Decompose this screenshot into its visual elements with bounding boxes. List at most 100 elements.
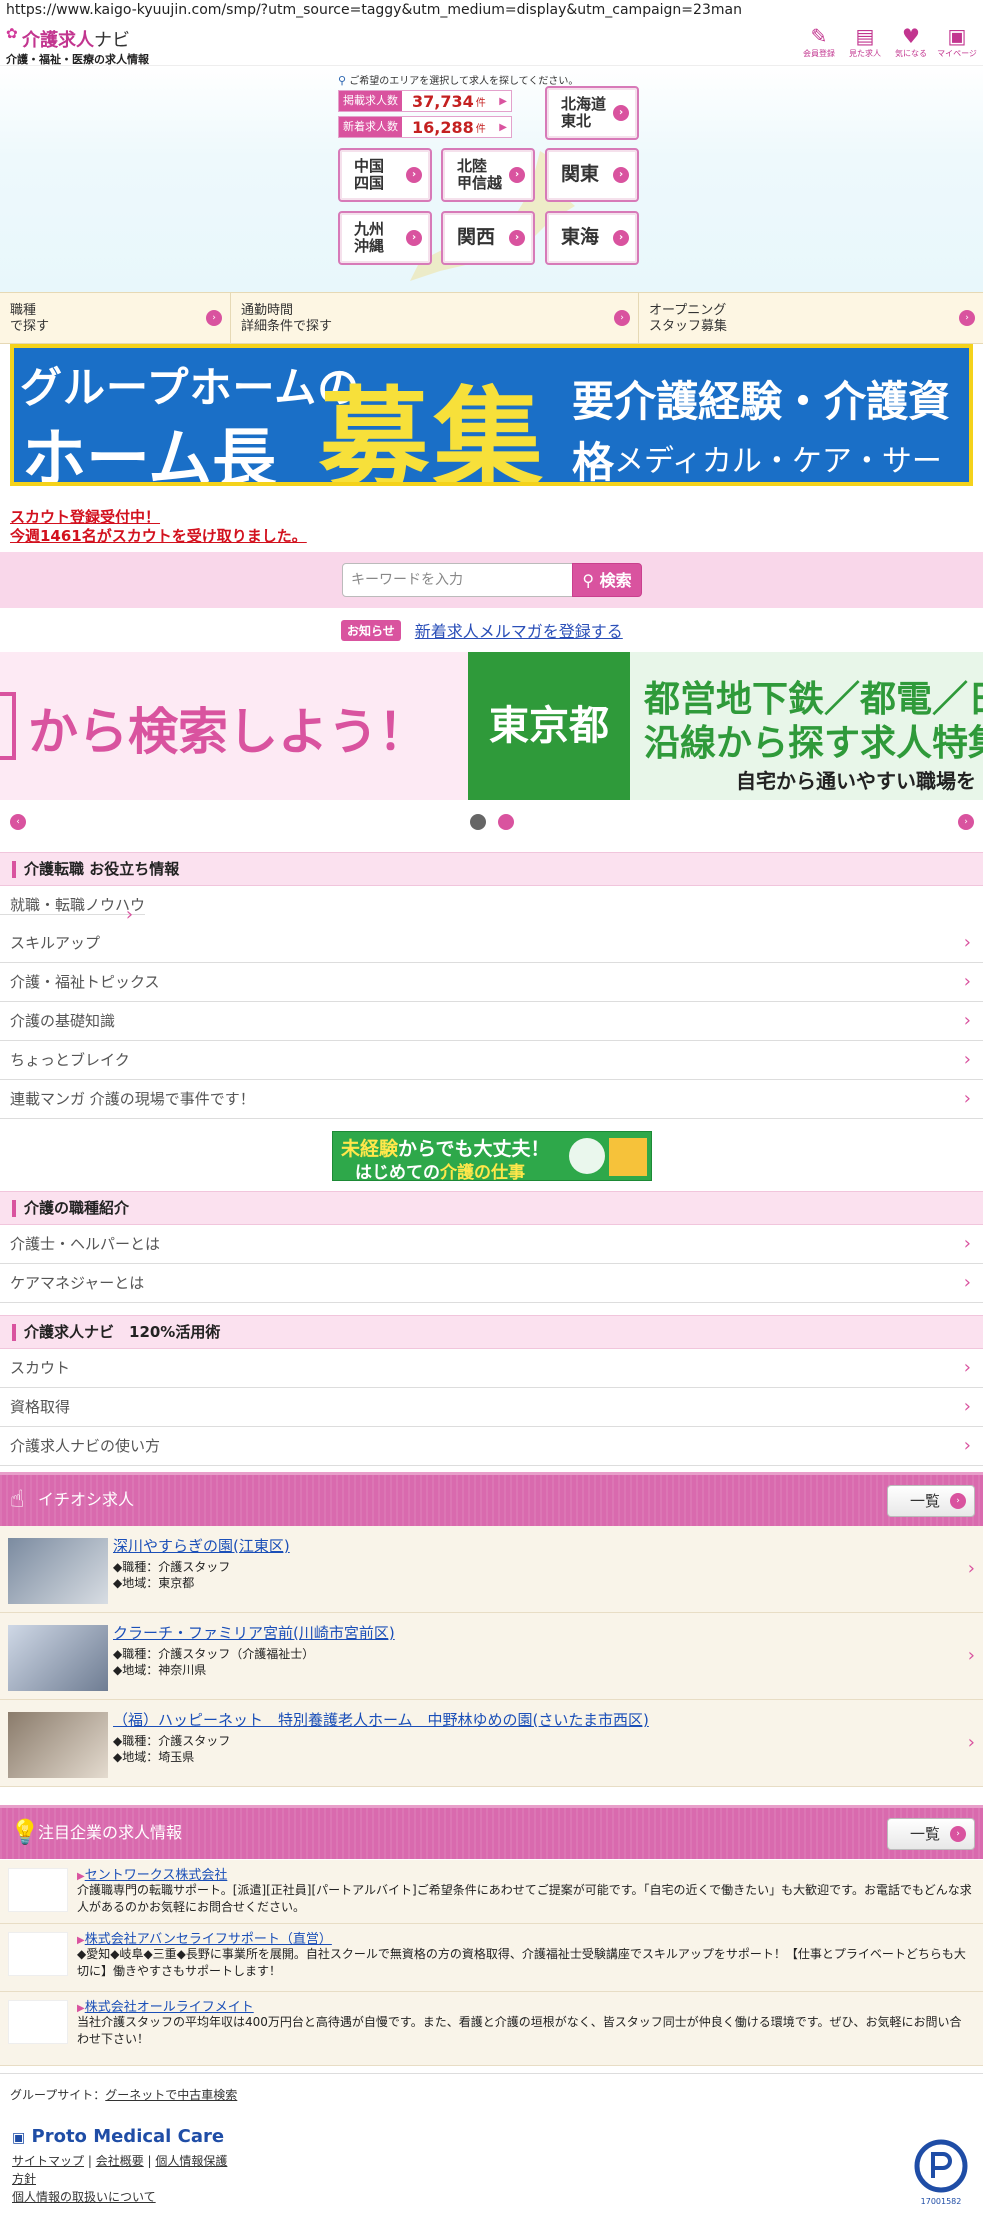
chevron-right-icon: › xyxy=(963,1233,971,1254)
section-title-job-intro: 介護の職種紹介 xyxy=(0,1191,983,1225)
privacy-mark-icon xyxy=(914,2139,968,2193)
sitemap-link[interactable]: サイトマップ xyxy=(12,2154,84,2168)
list-item[interactable]: 資格取得 › xyxy=(0,1388,983,1427)
keyword-search-input[interactable]: キーワードを入力 xyxy=(342,563,574,597)
list-item[interactable]: スカウト › xyxy=(0,1349,983,1388)
chevron-right-icon: › xyxy=(967,1732,975,1753)
mypage-button[interactable]: ▣ マイページ xyxy=(935,24,979,59)
company-info-link[interactable]: 会社概要 xyxy=(96,2154,144,2168)
list-item[interactable]: スキルアップ › xyxy=(0,924,983,963)
beginner-care-job-banner[interactable]: 未経験からでも大丈夫！ はじめての介護の仕事 xyxy=(332,1131,652,1183)
chevron-right-icon: › xyxy=(963,1010,971,1031)
chevron-right-icon: › xyxy=(406,167,422,183)
news-bar: お知らせ 新着求人メルマガを登録する xyxy=(341,617,623,643)
feature-carousel[interactable]: から検索しよう！ 東京都 都営地下鉄／都電／日暮 沿線から探す求人特集 自宅から… xyxy=(0,652,983,800)
goo-net-link[interactable]: グーネットで中古車検索 xyxy=(105,2088,237,2102)
site-logo[interactable]: ✿ 介護求人ナビ 介護・福祉・医療の求人情報 xyxy=(6,26,149,67)
personal-info-handling-link[interactable]: 個人情報の取扱いについて xyxy=(12,2190,156,2204)
mypage-icon: ▣ xyxy=(947,24,967,48)
chevron-right-icon: › xyxy=(963,1049,971,1070)
list-item[interactable]: 連載マンガ 介護の現場で事件です！ › xyxy=(0,1080,983,1119)
book-icon xyxy=(609,1138,647,1176)
chevron-right-icon: › xyxy=(963,1088,971,1109)
pmc-logo-icon: ▣ xyxy=(12,2130,26,2146)
list-item[interactable]: 介護・福祉トピックス › xyxy=(0,963,983,1002)
chevron-right-icon: › xyxy=(614,310,630,326)
chevron-right-icon: › xyxy=(613,230,629,246)
featured-companies-list: セントワークス株式会社 介護職専門の転職サポート。[派遣][正社員][パートアル… xyxy=(0,1860,983,2066)
favorites-button[interactable]: ♥ 気になる xyxy=(889,24,933,59)
list-item[interactable]: 介護求人ナビの使い方 › xyxy=(0,1427,983,1466)
featured-companies-header: 💡 注目企業の求人情報 一覧 › xyxy=(0,1805,983,1859)
chevron-right-icon: › xyxy=(613,105,629,121)
new-jobs-stat[interactable]: 新着求人数 16,288 件 ▶ xyxy=(338,116,512,138)
policy-link[interactable]: 方針 xyxy=(12,2172,36,2186)
address-bar[interactable]: https://www.kaigo-kyuujin.com/smp/?utm_s… xyxy=(0,0,983,22)
chevron-right-icon: › xyxy=(963,1357,971,1378)
arrow-right-icon: ▶ xyxy=(499,121,507,133)
company-link[interactable]: 株式会社オールライフメイト xyxy=(77,1996,254,2015)
logo-subtitle: 介護・福祉・医療の求人情報 xyxy=(6,53,149,66)
group-sites: グループサイト：グーネットで中古車検索 xyxy=(10,2088,238,2102)
carousel-next-button[interactable]: › xyxy=(958,814,974,830)
hand-pointer-icon: ☝ xyxy=(10,1485,25,1513)
list-item[interactable]: ちょっとブレイク › xyxy=(0,1041,983,1080)
pin-icon: ⚲ xyxy=(338,74,347,87)
region-button-hokkaido-tohoku[interactable]: 北海道 東北 › xyxy=(545,86,639,140)
opening-staff-button[interactable]: オープニング スタッフ募集 › xyxy=(639,293,983,343)
carousel-prev-button[interactable]: ‹ xyxy=(10,814,26,830)
job-card[interactable]: 深川やすらぎの園(江東区) ◆職種：介護スタッフ ◆地域：東京都 › xyxy=(0,1526,983,1613)
company-logo xyxy=(8,1932,68,1976)
chevron-right-icon: › xyxy=(967,1645,975,1666)
company-link[interactable]: セントワークス株式会社 xyxy=(77,1864,228,1883)
heart-icon: ♥ xyxy=(902,24,920,48)
carousel-slide-search[interactable]: から検索しよう！ xyxy=(0,652,468,800)
chevron-right-icon: › xyxy=(509,230,525,246)
search-by-job-type-button[interactable]: 職種 で探す › xyxy=(0,293,231,343)
region-button-kyushu-okinawa[interactable]: 九州 沖縄 › xyxy=(338,211,432,265)
search-by-commute-button[interactable]: 通勤時間 詳細条件で探す › xyxy=(231,293,639,343)
job-photo xyxy=(8,1538,108,1604)
carousel-dot[interactable] xyxy=(498,814,514,830)
list-item[interactable]: 就職・転職ノウハウ › xyxy=(0,896,146,925)
region-button-chugoku-shikoku[interactable]: 中国 四国 › xyxy=(338,148,432,202)
company-logo xyxy=(8,1868,68,1912)
proto-medical-care-logo: ▣ Proto Medical Care xyxy=(12,2126,225,2147)
job-card[interactable]: クラーチ・ファミリア宮前(川崎市宮前区) ◆職種：介護スタッフ（介護福祉士） ◆… xyxy=(0,1613,983,1700)
search-tabs: 職種 で探す › 通勤時間 詳細条件で探す › オープニング スタッフ募集 › xyxy=(0,292,983,344)
section-title-usage: 介護求人ナビ 120%活用術 xyxy=(0,1315,983,1349)
viewed-jobs-button[interactable]: ▤ 見た求人 xyxy=(843,24,887,59)
pencil-icon: ✎ xyxy=(810,24,828,48)
speech-bubble-icon xyxy=(569,1138,605,1174)
scout-notice-link[interactable]: スカウト登録受付中！ 今週1461名がスカウトを受け取りました。 xyxy=(10,508,307,546)
site-footer: グループサイト：グーネットで中古車検索 ▣ Proto Medical Care… xyxy=(0,2073,983,2214)
privacy-policy-link[interactable]: 個人情報保護 xyxy=(155,2154,227,2168)
region-button-hokuriku-koshinetsu[interactable]: 北陸 甲信越 › xyxy=(441,148,535,202)
chevron-right-icon: › xyxy=(963,971,971,992)
total-jobs-stat[interactable]: 掲載求人数 37,734 件 ▶ xyxy=(338,90,512,112)
company-link[interactable]: 株式会社アバンセライフサポート（直営） xyxy=(77,1928,332,1947)
newsletter-register-link[interactable]: 新着求人メルマガを登録する xyxy=(415,618,623,642)
flower-logo-icon: ✿ xyxy=(6,26,18,42)
featured-jobs-header: ☝ イチオシ求人 一覧 › xyxy=(0,1472,983,1526)
region-button-kansai[interactable]: 関西 › xyxy=(441,211,535,265)
featured-jobs-more-button[interactable]: 一覧 › xyxy=(887,1485,975,1517)
usage-list: スカウト › 資格取得 › 介護求人ナビの使い方 › xyxy=(0,1349,983,1466)
news-badge: お知らせ xyxy=(341,619,401,641)
search-button[interactable]: ⚲ 検索 xyxy=(572,563,642,597)
chevron-right-icon: › xyxy=(963,1396,971,1417)
carousel-slide-tokyo[interactable]: 東京都 都営地下鉄／都電／日暮 沿線から探す求人特集 自宅から通いやすい職場を xyxy=(468,652,983,800)
job-card[interactable]: （福）ハッピーネット 特別養護老人ホーム 中野林ゆめの園(さいたま市西区) ◆職… xyxy=(0,1700,983,1787)
carousel-dot[interactable] xyxy=(470,814,486,830)
privacy-mark-logo: 17001582 xyxy=(909,2136,973,2206)
register-button[interactable]: ✎ 会員登録 xyxy=(797,24,841,59)
companies-more-button[interactable]: 一覧 › xyxy=(887,1818,975,1850)
list-item[interactable]: ケアマネジャーとは › xyxy=(0,1264,983,1303)
list-item[interactable]: 介護士・ヘルパーとは › xyxy=(0,1225,983,1264)
region-button-kanto[interactable]: 関東 › xyxy=(545,148,639,202)
list-item[interactable]: 介護の基礎知識 › xyxy=(0,1002,983,1041)
region-button-tokai[interactable]: 東海 › xyxy=(545,211,639,265)
chevron-right-icon: › xyxy=(963,932,971,953)
job-intro-list: 介護士・ヘルパーとは › ケアマネジャーとは › xyxy=(0,1225,983,1303)
group-home-recruit-banner[interactable]: グループホームの ホーム長 募集 要介護経験・介護資格 メディカル・ケア・サービ… xyxy=(10,344,973,486)
